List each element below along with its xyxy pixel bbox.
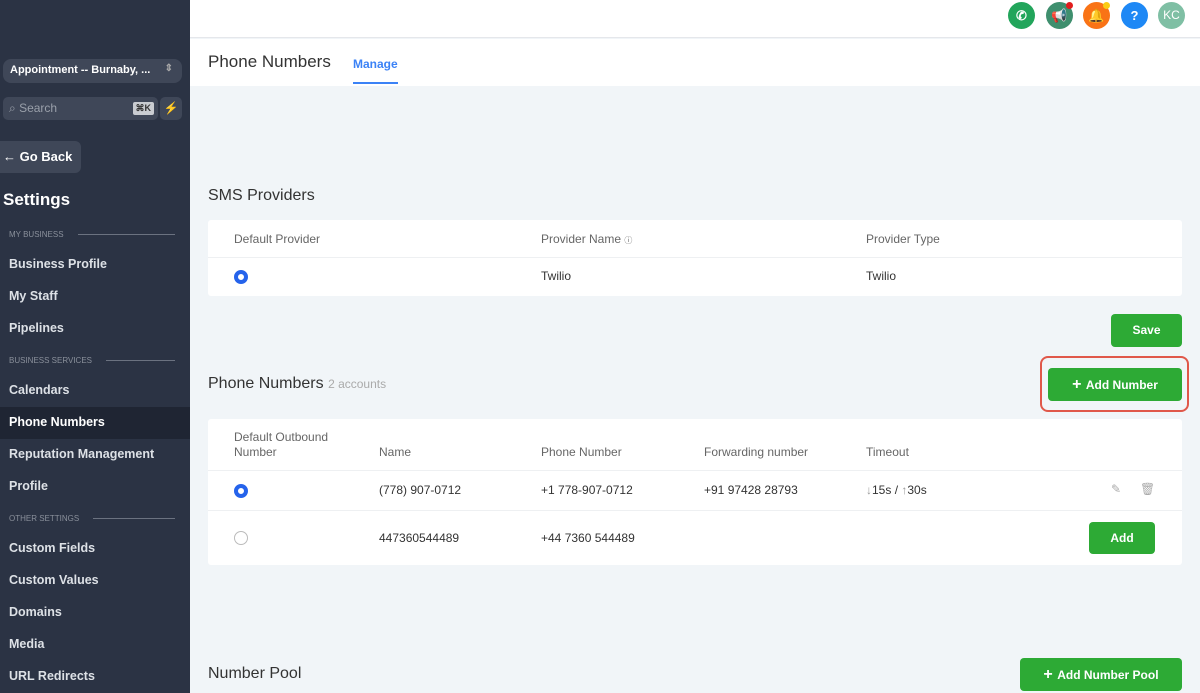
default-provider-radio[interactable] bbox=[234, 270, 248, 284]
sms-providers-table: Default Provider Provider Name ⓘ Provide… bbox=[208, 220, 1182, 296]
default-outbound-radio[interactable] bbox=[234, 531, 248, 545]
phone-number: +1 778-907-0712 bbox=[541, 483, 633, 497]
provider-name: Twilio bbox=[541, 269, 572, 283]
column-header: Default Provider bbox=[234, 232, 321, 246]
column-header: Timeout bbox=[866, 445, 909, 459]
shortcut-badge: ⌘K bbox=[132, 102, 154, 115]
avatar[interactable]: KC bbox=[1158, 2, 1185, 29]
section-business-services: BUSINESS SERVICES bbox=[9, 356, 175, 365]
settings-title: Settings bbox=[3, 190, 71, 209]
megaphone-icon[interactable]: 📢 bbox=[1046, 2, 1073, 29]
top-bar: ✆ 📢 🔔 ? KC bbox=[190, 0, 1200, 38]
column-header: Forwarding number bbox=[704, 445, 809, 459]
location-switcher[interactable]: Appointment -- Burnaby, ... ⇕ bbox=[3, 59, 182, 83]
page-title: Phone Numbers bbox=[208, 52, 331, 71]
chevron-updown-icon: ⇕ bbox=[164, 63, 173, 74]
section-title: Phone Numbers bbox=[208, 375, 324, 392]
search-icon: ⌕ bbox=[9, 101, 20, 115]
column-header: Default Outbound Number bbox=[234, 430, 329, 459]
page-header: Phone Numbers Manage bbox=[190, 39, 1200, 86]
forwarding-number: +91 97428 28793 bbox=[704, 483, 798, 497]
go-back-button[interactable]: ← Go Back bbox=[0, 141, 81, 173]
phone-icon[interactable]: ✆ bbox=[1008, 2, 1035, 29]
section-my-business: MY BUSINESS bbox=[9, 230, 175, 239]
accounts-count: 2 accounts bbox=[328, 377, 387, 391]
search-placeholder: Search bbox=[19, 101, 58, 115]
section-label: MY BUSINESS bbox=[9, 230, 64, 239]
add-button[interactable]: Add bbox=[1089, 522, 1155, 554]
sidebar-item-calendars[interactable]: Calendars bbox=[0, 375, 190, 407]
edit-icon[interactable]: ✎ bbox=[1111, 482, 1121, 496]
number-name: (778) 907-0712 bbox=[379, 483, 462, 497]
sidebar-item-my-staff[interactable]: My Staff bbox=[0, 281, 190, 313]
sms-providers-title: SMS Providers bbox=[208, 187, 315, 204]
help-icon[interactable]: ? bbox=[1121, 2, 1148, 29]
column-header: Name bbox=[379, 445, 412, 459]
sidebar-item-reputation[interactable]: Reputation Management bbox=[0, 439, 190, 471]
go-back-label: Go Back bbox=[19, 149, 73, 164]
plus-icon: + bbox=[1043, 666, 1058, 683]
sidebar-item-domains[interactable]: Domains bbox=[0, 597, 190, 629]
plus-icon: + bbox=[1072, 376, 1086, 393]
save-button[interactable]: Save bbox=[1111, 314, 1182, 347]
column-label: Provider Name bbox=[541, 232, 622, 246]
location-label: Appointment -- Burnaby, ... bbox=[10, 64, 151, 76]
phone-number: +44 7360 544489 bbox=[541, 531, 635, 545]
arrow-left-icon: ← bbox=[3, 149, 20, 164]
sidebar: Appointment -- Burnaby, ... ⇕ ⌕ Search ⌘K … bbox=[0, 0, 190, 693]
provider-type: Twilio bbox=[866, 269, 897, 283]
timeout-out: 30s bbox=[907, 483, 927, 497]
sidebar-item-pipelines[interactable]: Pipelines bbox=[0, 313, 190, 345]
sidebar-item-phone-numbers[interactable]: Phone Numbers bbox=[0, 407, 190, 439]
trash-icon[interactable]: 🗑 bbox=[1140, 482, 1155, 496]
section-label: OTHER SETTINGS bbox=[9, 514, 80, 523]
phone-numbers-title: Phone Numbers 2 accounts bbox=[208, 375, 386, 393]
sidebar-item-media[interactable]: Media bbox=[0, 629, 190, 661]
sidebar-item-url-redirects[interactable]: URL Redirects bbox=[0, 661, 190, 693]
button-label: Add Number Pool bbox=[1057, 668, 1159, 682]
sidebar-item-business-profile[interactable]: Business Profile bbox=[0, 249, 190, 281]
sidebar-item-profile[interactable]: Profile bbox=[0, 471, 190, 503]
button-label: Add Number bbox=[1085, 378, 1158, 392]
bolt-icon[interactable]: ⚡ bbox=[160, 97, 182, 120]
section-label: BUSINESS SERVICES bbox=[9, 356, 92, 365]
column-header: Phone Number bbox=[541, 445, 622, 459]
section-other-settings: OTHER SETTINGS bbox=[9, 514, 175, 523]
timeout-in: 15s bbox=[872, 483, 892, 497]
number-name: 447360544489 bbox=[379, 531, 460, 545]
timeout: ↓15s / ↑30s bbox=[866, 483, 927, 497]
sidebar-item-custom-fields[interactable]: Custom Fields bbox=[0, 533, 190, 565]
number-pool-title: Number Pool bbox=[208, 665, 302, 682]
info-icon: ⓘ bbox=[624, 236, 633, 245]
add-number-pool-button[interactable]: + Add Number Pool bbox=[1020, 658, 1182, 691]
column-header: Provider Type bbox=[866, 232, 940, 246]
search-input[interactable]: ⌕ Search ⌘K bbox=[3, 97, 158, 120]
default-outbound-radio[interactable] bbox=[234, 484, 248, 498]
bell-icon[interactable]: 🔔 bbox=[1083, 2, 1110, 29]
column-header: Provider Name ⓘ bbox=[541, 232, 632, 246]
add-number-button[interactable]: + Add Number bbox=[1048, 368, 1182, 401]
tab-manage[interactable]: Manage bbox=[353, 57, 398, 84]
sidebar-item-custom-values[interactable]: Custom Values bbox=[0, 565, 190, 597]
phone-numbers-table: Default Outbound Number Name Phone Numbe… bbox=[208, 419, 1182, 565]
